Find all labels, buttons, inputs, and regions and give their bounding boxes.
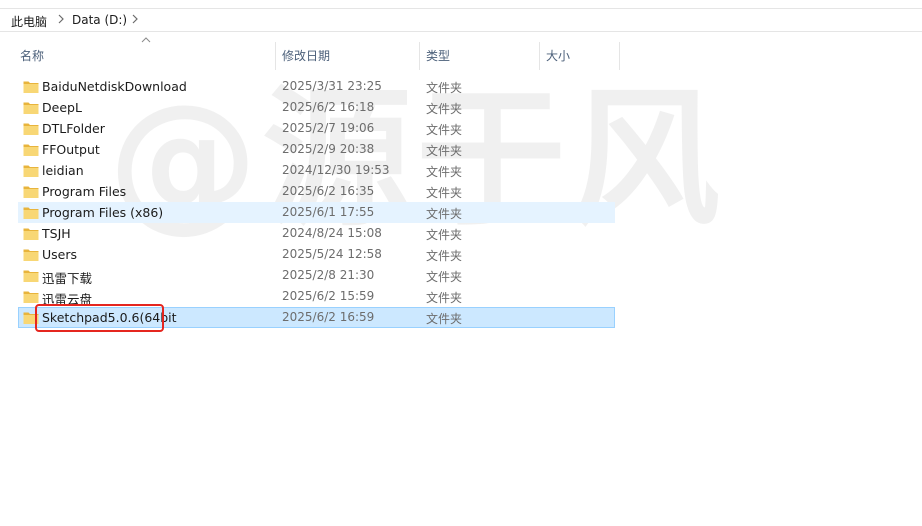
- file-date: 2025/3/31 23:25: [282, 79, 382, 93]
- file-type: 文件夹: [426, 291, 463, 305]
- file-type: 文件夹: [426, 207, 463, 221]
- file-date: 2025/2/7 19:06: [282, 121, 375, 135]
- file-row[interactable]: FFOutput 2025/2/9 20:38 文件夹: [18, 139, 615, 160]
- file-row[interactable]: DeepL 2025/6/2 16:18 文件夹: [18, 97, 615, 118]
- file-name[interactable]: FFOutput: [42, 142, 100, 157]
- folder-icon: [23, 270, 39, 282]
- folder-icon: [23, 228, 39, 240]
- column-type[interactable]: 类型: [420, 42, 540, 70]
- address-bar[interactable]: 此电脑 Data (D:): [0, 8, 922, 32]
- file-date: 2024/12/30 19:53: [282, 163, 390, 177]
- file-date: 2024/8/24 15:08: [282, 226, 382, 240]
- file-date: 2025/6/2 16:59: [282, 310, 375, 324]
- file-row[interactable]: DTLFolder 2025/2/7 19:06 文件夹: [18, 118, 615, 139]
- file-type: 文件夹: [426, 123, 463, 137]
- file-name[interactable]: DeepL: [42, 100, 82, 115]
- file-row[interactable]: 迅雷下载 2025/2/8 21:30 文件夹: [18, 265, 615, 286]
- file-type: 文件夹: [426, 186, 463, 200]
- file-type: 文件夹: [426, 102, 463, 116]
- file-date: 2025/5/24 12:58: [282, 247, 382, 261]
- file-date: 2025/2/8 21:30: [282, 268, 375, 282]
- file-row[interactable]: leidian 2024/12/30 19:53 文件夹: [18, 160, 615, 181]
- annotation-highlight-box: [35, 304, 164, 332]
- file-row[interactable]: BaiduNetdiskDownload 2025/3/31 23:25 文件夹: [18, 76, 615, 97]
- file-row[interactable]: TSJH 2024/8/24 15:08 文件夹: [18, 223, 615, 244]
- file-name[interactable]: Program Files: [42, 184, 126, 199]
- file-name[interactable]: 迅雷下载: [42, 268, 92, 287]
- file-name[interactable]: Program Files (x86): [42, 205, 163, 220]
- file-date: 2025/6/2 16:18: [282, 100, 375, 114]
- file-type: 文件夹: [426, 165, 463, 179]
- file-type: 文件夹: [426, 312, 463, 326]
- file-name[interactable]: DTLFolder: [42, 121, 105, 136]
- folder-icon: [23, 291, 39, 303]
- file-name[interactable]: Users: [42, 247, 77, 262]
- file-date: 2025/6/2 15:59: [282, 289, 375, 303]
- file-row[interactable]: Program Files (x86) 2025/6/1 17:55 文件夹: [18, 202, 615, 223]
- file-name[interactable]: BaiduNetdiskDownload: [42, 79, 187, 94]
- column-date[interactable]: 修改日期: [276, 42, 420, 70]
- file-type: 文件夹: [426, 249, 463, 263]
- folder-icon: [23, 165, 39, 177]
- file-type: 文件夹: [426, 81, 463, 95]
- file-date: 2025/6/2 16:35: [282, 184, 375, 198]
- chevron-right-icon[interactable]: [130, 12, 140, 26]
- file-row[interactable]: Users 2025/5/24 12:58 文件夹: [18, 244, 615, 265]
- file-type: 文件夹: [426, 270, 463, 284]
- folder-icon: [23, 207, 39, 219]
- file-date: 2025/2/9 20:38: [282, 142, 375, 156]
- chevron-right-icon[interactable]: [56, 12, 66, 26]
- file-name[interactable]: leidian: [42, 163, 84, 178]
- folder-icon: [23, 144, 39, 156]
- breadcrumb-this-pc[interactable]: 此电脑: [11, 13, 47, 30]
- folder-icon: [23, 102, 39, 114]
- folder-icon: [23, 81, 39, 93]
- column-header: 名称 修改日期 类型 大小: [0, 37, 922, 70]
- file-name[interactable]: TSJH: [42, 226, 71, 241]
- column-name[interactable]: 名称: [14, 42, 276, 70]
- file-type: 文件夹: [426, 228, 463, 242]
- folder-icon: [23, 249, 39, 261]
- file-row[interactable]: Program Files 2025/6/2 16:35 文件夹: [18, 181, 615, 202]
- folder-icon: [23, 123, 39, 135]
- breadcrumb-drive[interactable]: Data (D:): [72, 13, 127, 27]
- column-size[interactable]: 大小: [540, 42, 620, 70]
- file-type: 文件夹: [426, 144, 463, 158]
- file-date: 2025/6/1 17:55: [282, 205, 375, 219]
- folder-icon: [23, 186, 39, 198]
